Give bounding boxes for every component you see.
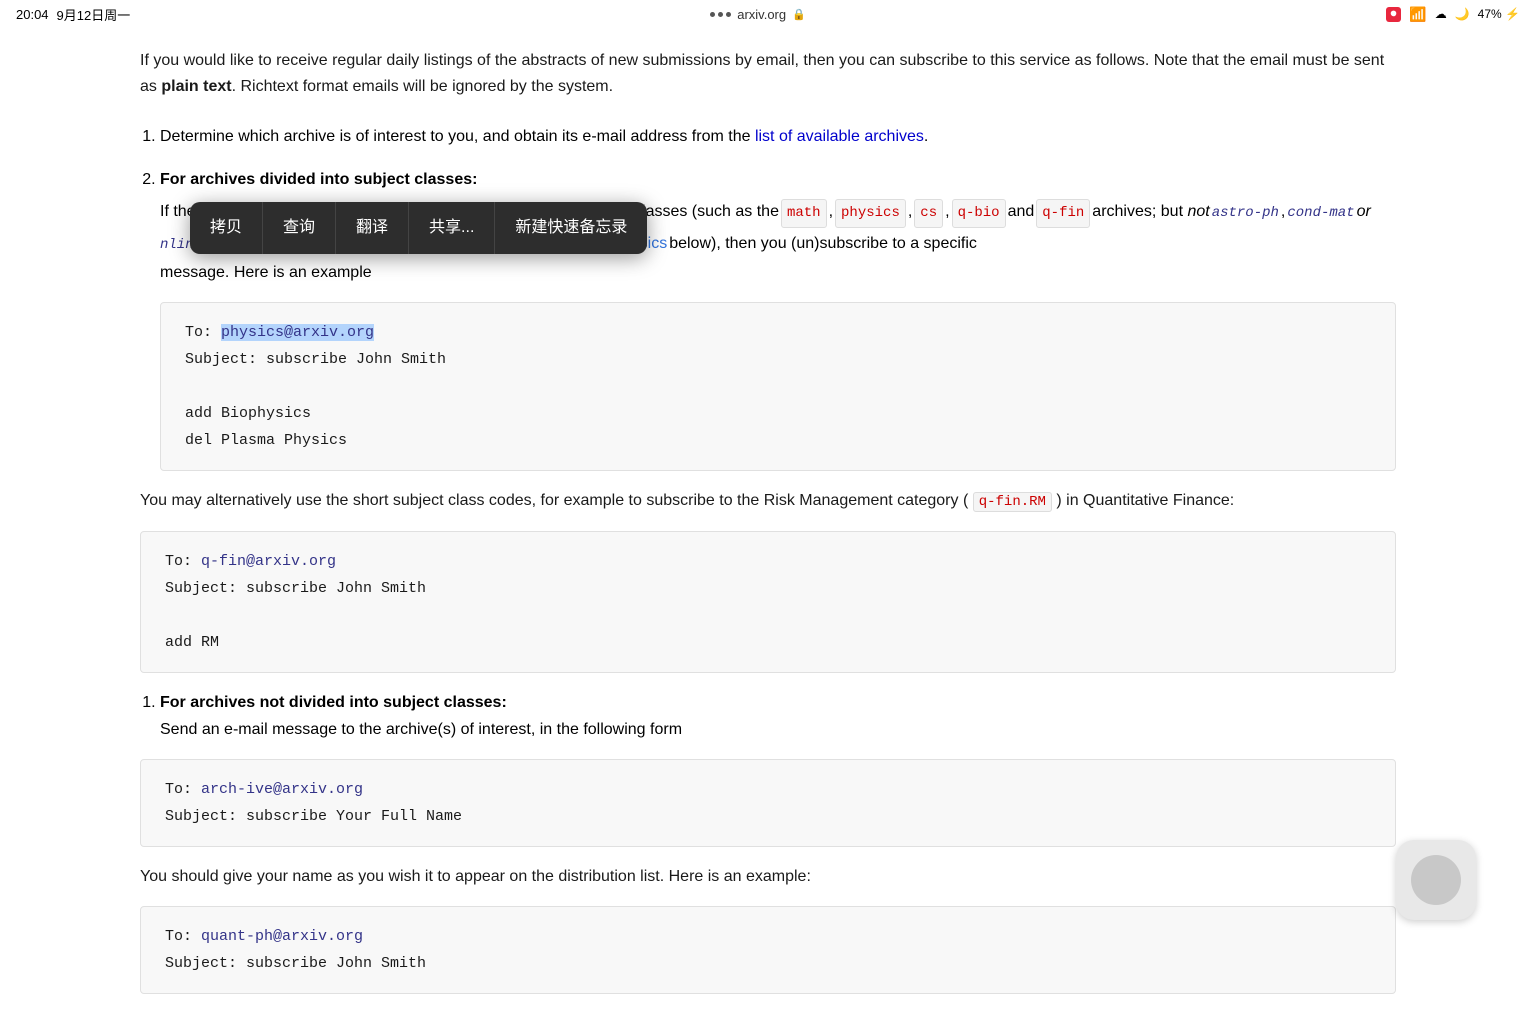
wifi-icon: 📶 (1409, 6, 1426, 23)
available-archives-link[interactable]: list of available archives (755, 128, 924, 145)
code2-line-4: add RM (165, 629, 1371, 656)
menu-item-translate[interactable]: 翻译 (336, 202, 409, 253)
main-list: Determine which archive is of interest t… (160, 123, 1396, 471)
tag-astro-ph[interactable]: astro-ph (1212, 201, 1279, 226)
code4-line-2: Subject: subscribe John Smith (165, 950, 1371, 977)
code2-line-3 (165, 602, 1371, 629)
intro-paragraph: If you would like to receive regular dai… (140, 48, 1396, 99)
comma1: , (829, 198, 833, 227)
item2-heading: For archives divided into subject classe… (160, 171, 477, 188)
code-block-2: To: q-fin@arxiv.org Subject: subscribe J… (140, 531, 1396, 673)
status-left: 20:04 9月12日周一 (16, 5, 130, 24)
menu-item-share[interactable]: 共享... (409, 202, 495, 253)
tag-cond-mat[interactable]: cond-mat (1287, 201, 1354, 226)
dot-1 (710, 12, 715, 17)
context-menu[interactable]: 拷贝 查询 翻译 共享... 新建快速备忘录 (190, 202, 647, 253)
comma3: , (945, 198, 949, 227)
tag-nlin[interactable]: nlin (160, 233, 194, 258)
menu-item-memo[interactable]: 新建快速备忘录 (495, 202, 647, 253)
lock-icon: 🔒 (792, 8, 806, 21)
email-arch-ive[interactable]: arch-ive@arxiv.org (201, 781, 363, 798)
below-text: below), then you (un)subscribe to a spec… (669, 230, 977, 259)
home-button[interactable] (1396, 840, 1476, 920)
moon-icon: 🌙 (1455, 7, 1470, 21)
or-text: or (1357, 198, 1371, 227)
status-center: arxiv.org 🔒 (710, 7, 806, 22)
list-item-1: Determine which archive is of interest t… (160, 123, 1396, 150)
browser-dots (710, 12, 731, 17)
message-text: message. Here is an example (160, 264, 372, 281)
code-line-4: add Biophysics (185, 400, 1371, 427)
menu-item-lookup[interactable]: 查询 (263, 202, 336, 253)
status-bar: 20:04 9月12日周一 arxiv.org 🔒 ⏺ 📶 ☁ 🌙 47% ⚡ (0, 0, 1536, 28)
second-list: For archives not divided into subject cl… (160, 689, 1396, 743)
comma4: , (1281, 198, 1285, 227)
dot-2 (718, 12, 723, 17)
battery-percent: 47% ⚡ (1478, 7, 1520, 21)
item3-para: Send an e-mail message to the archive(s)… (160, 716, 1396, 743)
list2-item-1: For archives not divided into subject cl… (160, 689, 1396, 743)
sub-para-1: You may alternatively use the short subj… (140, 487, 1396, 515)
status-right: ⏺ 📶 ☁ 🌙 47% ⚡ (1386, 6, 1520, 23)
code4-line-1: To: quant-ph@arxiv.org (165, 923, 1371, 950)
record-button[interactable]: ⏺ (1386, 7, 1402, 22)
code-block-3: To: arch-ive@arxiv.org Subject: subscrib… (140, 759, 1396, 847)
code-block-1: To: physics@arxiv.org Subject: subscribe… (160, 302, 1396, 471)
archives-text: archives; but not (1092, 198, 1209, 227)
code2-line-2: Subject: subscribe John Smith (165, 575, 1371, 602)
tag-math[interactable]: math (781, 199, 827, 228)
code-line-3 (185, 373, 1371, 400)
tag-physics[interactable]: physics (835, 199, 906, 228)
tag-q-fin-rm[interactable]: q-fin.RM (973, 492, 1052, 512)
code-line-1: To: physics@arxiv.org (185, 319, 1371, 346)
home-button-inner (1411, 855, 1461, 905)
email-quant-ph[interactable]: quant-ph@arxiv.org (201, 928, 363, 945)
item3-heading: For archives not divided into subject cl… (160, 694, 507, 711)
code3-line-2: Subject: subscribe Your Full Name (165, 803, 1371, 830)
code3-line-1: To: arch-ive@arxiv.org (165, 776, 1371, 803)
dot-3 (726, 12, 731, 17)
list-item-2: For archives divided into subject classe… (160, 166, 1396, 470)
item1-text: Determine which archive is of interest t… (160, 128, 928, 145)
tag-q-fin[interactable]: q-fin (1036, 199, 1090, 228)
email-physics[interactable]: physics@arxiv.org (221, 324, 374, 341)
code-block-4: To: quant-ph@arxiv.org Subject: subscrib… (140, 906, 1396, 994)
menu-item-copy[interactable]: 拷贝 (190, 202, 263, 253)
date: 9月12日周一 (57, 5, 131, 24)
comma2: , (908, 198, 912, 227)
code2-line-1: To: q-fin@arxiv.org (165, 548, 1371, 575)
and-text: and (1008, 198, 1035, 227)
time: 20:04 (16, 7, 49, 22)
code-line-2: Subject: subscribe John Smith (185, 346, 1371, 373)
tag-cs[interactable]: cs (914, 199, 943, 228)
sub-para-2: You should give your name as you wish it… (140, 863, 1396, 890)
tag-q-bio[interactable]: q-bio (952, 199, 1006, 228)
bold-plain-text: plain text (161, 78, 231, 95)
url-display[interactable]: arxiv.org (737, 7, 786, 22)
email-q-fin[interactable]: q-fin@arxiv.org (201, 553, 336, 570)
code-line-5: del Plasma Physics (185, 427, 1371, 454)
item2-line2: message. Here is an example (160, 259, 1396, 286)
browser-content: If you would like to receive regular dai… (0, 28, 1536, 1030)
signal-icon: ☁ (1435, 7, 1447, 21)
